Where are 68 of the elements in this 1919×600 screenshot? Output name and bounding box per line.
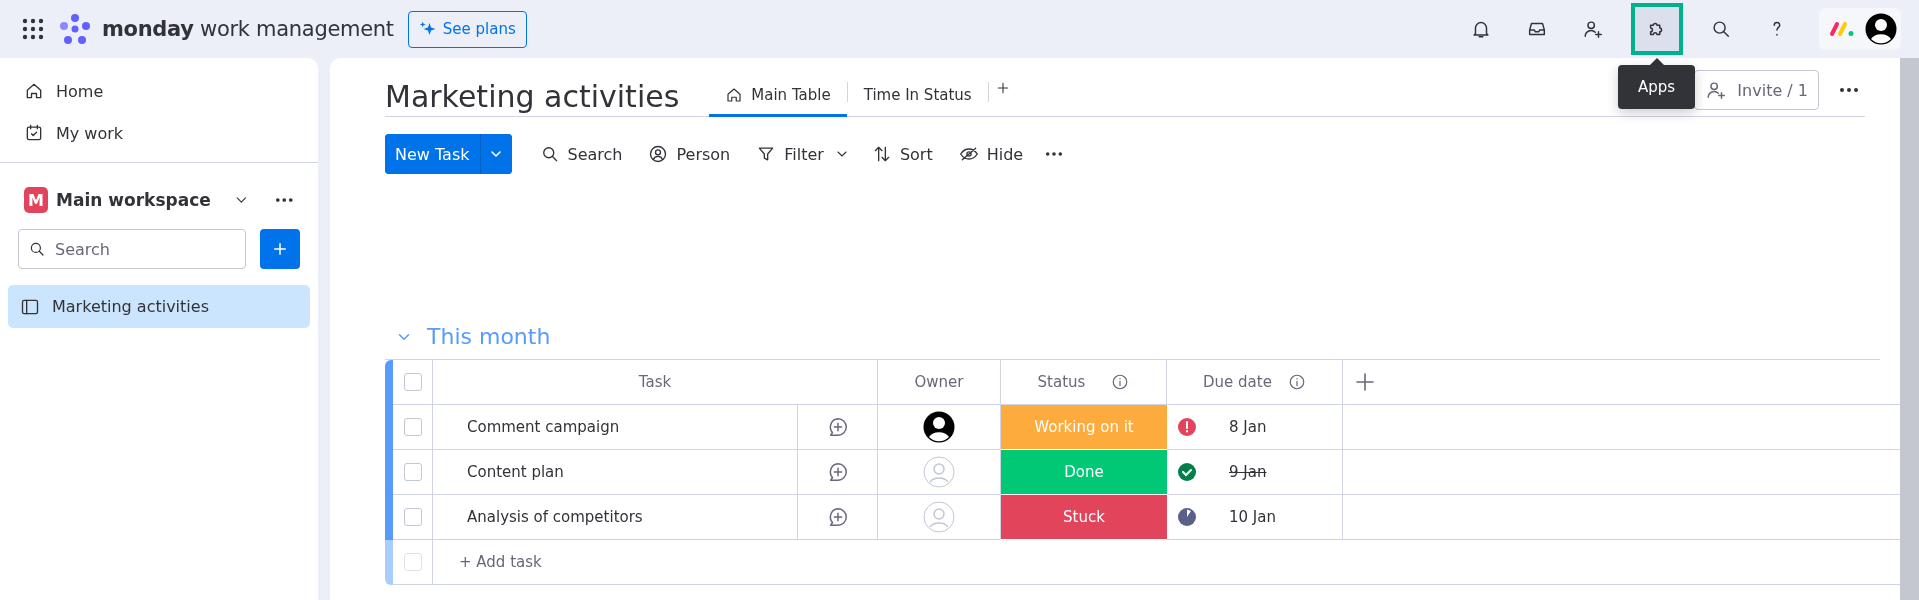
nav-label: Home	[56, 81, 104, 101]
info-icon[interactable]	[1287, 373, 1306, 391]
add-column-icon[interactable]	[1353, 370, 1377, 394]
plus-icon	[271, 240, 289, 258]
board-title: Marketing activities	[385, 79, 680, 114]
due-date[interactable]: 8 Jan	[1229, 418, 1267, 436]
more-icon	[1839, 87, 1859, 93]
empty-avatar-icon	[923, 456, 955, 488]
checkbox[interactable]	[403, 373, 422, 391]
checkbox[interactable]	[403, 418, 422, 436]
toolbar-button[interactable]: Person	[638, 136, 741, 172]
add-button[interactable]	[260, 229, 300, 269]
more-icon	[1045, 151, 1064, 157]
brand-name: monday work management	[102, 17, 394, 41]
toolbar-button[interactable]: Sort	[861, 136, 943, 172]
invite-member-icon	[1582, 18, 1604, 40]
checkbox[interactable]	[403, 463, 422, 481]
clock-icon	[1177, 507, 1197, 527]
view-tab[interactable]: Time In Status	[847, 86, 988, 117]
search-icon	[1710, 18, 1732, 40]
column-header: Due date	[1203, 373, 1272, 391]
person-icon	[648, 144, 669, 164]
toolbar-button[interactable]: Filter	[746, 136, 834, 172]
app-grid-icon[interactable]	[22, 18, 44, 40]
empty-avatar-icon	[923, 501, 955, 533]
due-date[interactable]: 10 Jan	[1229, 508, 1276, 526]
column-header: Owner	[914, 373, 964, 391]
board-item[interactable]: Marketing activities	[8, 285, 310, 328]
nav-label: My work	[56, 123, 124, 143]
workspace-badge: M	[24, 187, 49, 213]
home-icon	[725, 86, 744, 104]
task-name[interactable]: Analysis of competitors	[467, 508, 643, 526]
add-task-link[interactable]: + Add task	[459, 553, 542, 571]
view-tab[interactable]: Main Table	[709, 86, 847, 117]
check-circle-icon	[1177, 462, 1197, 482]
column-header: Status	[1037, 373, 1086, 391]
home-icon	[24, 81, 44, 101]
new-task-dropdown-button[interactable]	[479, 134, 512, 174]
see-plans-button[interactable]: See plans	[407, 10, 527, 48]
status-label[interactable]: Stuck	[1001, 495, 1167, 540]
flower-logo-icon	[58, 12, 92, 46]
toolbar-button[interactable]: Hide	[948, 136, 1034, 172]
checkbox[interactable]	[403, 553, 422, 571]
invite-button[interactable]: Invite / 1	[1694, 70, 1819, 110]
checkbox[interactable]	[403, 508, 422, 526]
sidebar-nav-item[interactable]: Home	[8, 70, 310, 112]
avatar-icon	[1865, 13, 1897, 45]
board-label: Marketing activities	[52, 297, 209, 316]
sidebar-nav-item[interactable]: My work	[8, 112, 310, 154]
search-field[interactable]: Search	[18, 229, 246, 269]
sparkle-icon	[418, 20, 437, 38]
column-header: Task	[638, 373, 672, 391]
toolbar-button[interactable]: Search	[529, 136, 633, 172]
scrollbar[interactable]	[1900, 58, 1919, 600]
info-icon[interactable]	[1111, 373, 1130, 391]
workspace-name[interactable]: Main workspace	[56, 190, 211, 210]
apps-tooltip: Apps	[1618, 65, 1696, 109]
more-icon[interactable]	[275, 197, 294, 203]
avatar-icon	[923, 411, 955, 443]
task-name[interactable]: Comment campaign	[467, 418, 620, 436]
task-name[interactable]: Content plan	[467, 463, 564, 481]
calendar-check-icon	[24, 123, 44, 143]
alert-icon	[1177, 417, 1197, 437]
topbar-icon-button[interactable]	[1631, 3, 1683, 55]
invite-member-icon	[1705, 79, 1728, 101]
due-date[interactable]: 9 Jan	[1229, 463, 1267, 481]
search-icon	[28, 240, 46, 258]
add-row-color-bar	[385, 540, 393, 585]
